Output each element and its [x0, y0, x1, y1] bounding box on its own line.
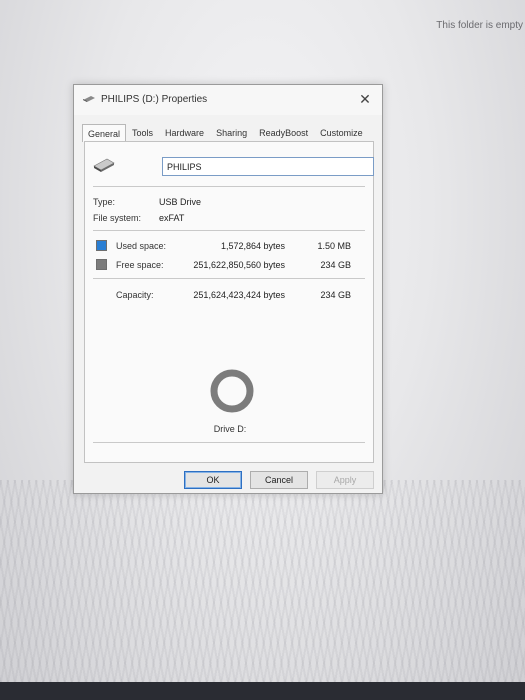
tab-customize[interactable]: Customize — [314, 125, 369, 141]
file-system-label: File system: — [93, 213, 142, 223]
disk-usage-chart — [210, 369, 254, 413]
type-label: Type: — [93, 197, 116, 207]
properties-dialog: PHILIPS (D:) Properties ✕ General Tools … — [73, 84, 383, 494]
separator — [93, 230, 365, 231]
used-space-size: 1.50 MB — [317, 241, 351, 251]
screen-moire — [0, 480, 525, 685]
monitor-bezel — [0, 682, 525, 700]
chart-slice-free-space — [210, 369, 254, 413]
separator — [93, 186, 365, 187]
file-system-value: exFAT — [159, 213, 185, 223]
general-panel: Type: USB Drive File system: exFAT Used … — [84, 141, 374, 463]
capacity-label: Capacity: — [116, 290, 154, 300]
free-space-size: 234 GB — [320, 260, 351, 270]
cancel-button[interactable]: Cancel — [250, 471, 308, 489]
free-space-swatch — [96, 259, 107, 270]
used-space-bytes: 1,572,864 bytes — [220, 241, 285, 251]
folder-empty-message: This folder is empty — [436, 20, 523, 31]
free-space-bytes: 251,622,850,560 bytes — [193, 260, 285, 270]
used-space-label: Used space: — [116, 241, 167, 251]
tab-tools[interactable]: Tools — [126, 125, 159, 141]
drive-icon — [83, 96, 95, 102]
used-space-swatch — [96, 240, 107, 251]
tab-strip: General Tools Hardware Sharing ReadyBoos… — [82, 121, 369, 142]
capacity-bytes: 251,624,423,424 bytes — [193, 290, 285, 300]
title-bar: PHILIPS (D:) Properties ✕ — [74, 85, 382, 115]
separator — [93, 278, 365, 279]
close-button[interactable]: ✕ — [356, 90, 374, 108]
tab-hardware[interactable]: Hardware — [159, 125, 210, 141]
capacity-size: 234 GB — [320, 290, 351, 300]
close-icon: ✕ — [359, 91, 371, 107]
drive-letter-label: Drive D: — [213, 424, 247, 434]
separator — [93, 442, 365, 443]
apply-button[interactable]: Apply — [316, 471, 374, 489]
tab-sharing[interactable]: Sharing — [210, 125, 253, 141]
tab-readyboost[interactable]: ReadyBoost — [253, 125, 314, 141]
tab-general[interactable]: General — [82, 124, 127, 142]
dialog-title: PHILIPS (D:) Properties — [101, 94, 208, 105]
volume-label-input[interactable] — [162, 157, 374, 176]
usb-drive-icon — [93, 158, 115, 172]
ok-button[interactable]: OK — [184, 471, 242, 489]
type-value: USB Drive — [159, 197, 202, 207]
free-space-label: Free space: — [116, 260, 164, 270]
